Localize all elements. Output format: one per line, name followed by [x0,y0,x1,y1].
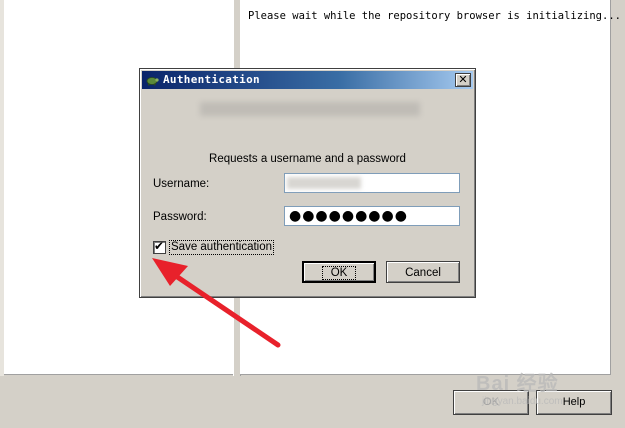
save-authentication-label[interactable]: Save authentication [168,240,275,255]
blurred-server-info [200,102,420,116]
watermark-url: jingyan.baidu.com [482,396,563,407]
initializing-message: Please wait while the repository browser… [248,10,621,22]
username-label: Username: [153,178,210,190]
blurred-username [287,177,361,189]
watermark-logo: Bai 经验 [476,373,559,395]
realm-text: Requests a username and a password [209,153,406,165]
password-value: ●●●●●●●●● [289,208,408,224]
ok-button-label: OK [321,266,357,280]
dialog-titlebar[interactable]: Authentication ✕ [142,71,473,89]
cancel-button[interactable]: Cancel [386,261,460,283]
dialog-title: Authentication [163,73,260,86]
checkbox-check-icon: ✔ [154,239,165,253]
password-label: Password: [153,211,207,223]
ok-button[interactable]: OK [302,261,376,283]
username-field[interactable] [284,173,460,193]
tortoise-icon [146,77,159,86]
close-icon[interactable]: ✕ [455,73,471,87]
authentication-dialog: Authentication ✕ Requests a username and… [139,68,476,298]
password-field[interactable]: ●●●●●●●●● [284,206,460,226]
save-authentication-checkbox[interactable]: ✔ [153,239,166,254]
